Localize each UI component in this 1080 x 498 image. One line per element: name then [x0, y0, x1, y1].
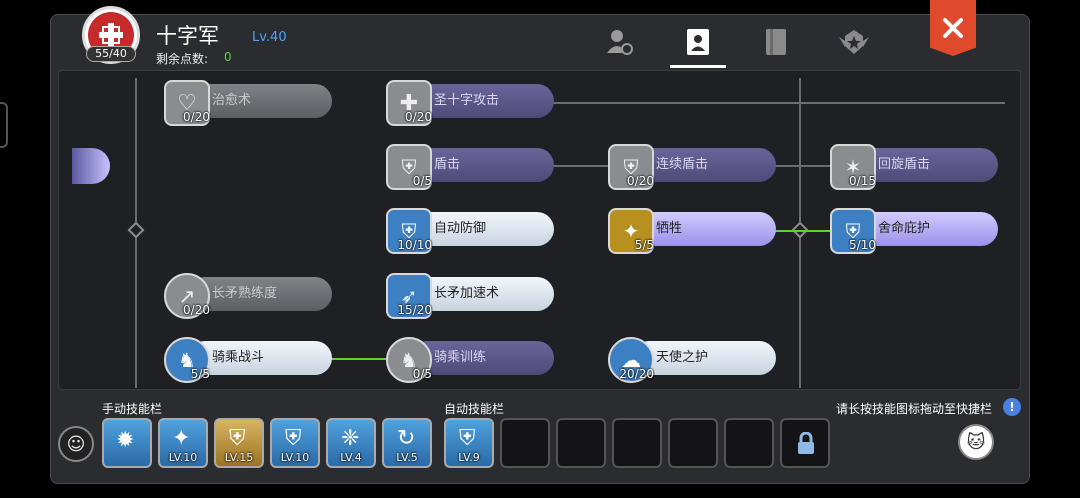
- manual-slot-3[interactable]: ⛨ LV.15: [214, 418, 264, 468]
- skill-spear-mastery[interactable]: 长矛熟练度 ↗ 0/20: [164, 273, 334, 319]
- slot-level: LV.5: [396, 451, 418, 464]
- skill-level: 20/20: [619, 367, 654, 381]
- auto-slot-5[interactable]: [668, 418, 718, 468]
- manual-slot-1[interactable]: ✹: [102, 418, 152, 468]
- connector-shield-bash: [550, 165, 610, 167]
- auto-slot-2[interactable]: [500, 418, 550, 468]
- skill-level: 0/20: [627, 174, 654, 188]
- slot-level: LV.10: [280, 451, 310, 464]
- skill-angel-guard[interactable]: 天使之护 ☁ 20/20: [608, 337, 778, 383]
- skill-cavalry-combat[interactable]: 骑乘战斗 ♞ 5/5: [164, 337, 334, 383]
- job-name: 十字军: [156, 24, 219, 48]
- skill-shield-bash[interactable]: 盾击 ⛨ 0/5: [386, 144, 556, 190]
- skill-riding[interactable]: 骑乘训练 ♞ 0/5: [386, 337, 556, 383]
- remaining-points-label: 剩余点数:: [156, 52, 209, 66]
- skill-level: 0/20: [183, 303, 210, 317]
- skill-heal[interactable]: 治愈术 ♡ 0/20: [164, 80, 334, 126]
- left-cat-icon[interactable]: ☺: [58, 426, 94, 462]
- skill-devotion[interactable]: 舍命庇护 ⛨ 5/10: [830, 208, 1000, 254]
- emblem-icon: [839, 30, 869, 54]
- connector-sacrifice: [772, 230, 832, 232]
- slot-level: LV.9: [458, 451, 480, 464]
- tab-skills[interactable]: [670, 22, 726, 68]
- skill-level: 0/15: [849, 174, 876, 188]
- star-burst-icon: ✦: [172, 426, 191, 451]
- skill-combo-shield[interactable]: 连续盾击 ⛨ 0/20: [608, 144, 778, 190]
- skill-level: 5/10: [849, 238, 876, 252]
- job-level: Lv.40: [252, 30, 287, 45]
- manual-bar-label: 手动技能栏: [102, 402, 163, 416]
- skill-spin-shield[interactable]: 回旋盾击 ✶ 0/15: [830, 144, 1000, 190]
- skill-level: 0/20: [405, 110, 432, 124]
- skill-book-icon: [687, 29, 709, 55]
- tab-book[interactable]: [748, 22, 804, 62]
- skill-level: 15/20: [397, 303, 432, 317]
- slot-level: LV.10: [168, 451, 198, 464]
- connector-combo-shield: [772, 165, 832, 167]
- skill-points-badge: 55/40: [86, 46, 136, 62]
- slot-level: LV.4: [340, 451, 362, 464]
- manual-slot-4[interactable]: ⛨ LV.10: [270, 418, 320, 468]
- connector-holy-cross: [550, 102, 1005, 104]
- info-icon[interactable]: !: [1003, 398, 1021, 416]
- skill-level: 10/10: [397, 238, 432, 252]
- skill-level: 0/20: [183, 110, 210, 124]
- close-button[interactable]: [930, 0, 976, 56]
- auto-slot-4[interactable]: [612, 418, 662, 468]
- hint-text: 请长按技能图标拖动至快捷栏: [836, 402, 993, 416]
- lock-icon: [798, 432, 814, 454]
- winged-shield-icon: ❈: [341, 426, 360, 451]
- manual-slot-5[interactable]: ❈ LV.4: [326, 418, 376, 468]
- auto-slot-3[interactable]: [556, 418, 606, 468]
- strike-icon: ✹: [116, 428, 135, 453]
- auto-guard-icon: ⛨: [459, 426, 476, 451]
- auto-bar-label: 自动技能栏: [444, 402, 505, 416]
- skill-auto-guard[interactable]: 自动防御 ⛨ 10/10: [386, 208, 556, 254]
- gold-shield-icon: ⛨: [229, 426, 246, 451]
- manual-slot-6[interactable]: ↻ LV.5: [382, 418, 432, 468]
- connector-cavalry: [329, 358, 389, 360]
- manual-slot-2[interactable]: ✦ LV.10: [158, 418, 208, 468]
- skill-sacrifice[interactable]: 牺牲 ✦ 5/5: [608, 208, 778, 254]
- auto-slot-locked[interactable]: [780, 418, 830, 468]
- auto-slot-1[interactable]: ⛨ LV.9: [444, 418, 494, 468]
- close-icon: [943, 18, 963, 38]
- skill-level: 0/5: [412, 367, 432, 381]
- skill-holy-cross[interactable]: 圣十字攻击 ✚ 0/20: [386, 80, 556, 126]
- side-handle[interactable]: [0, 102, 8, 148]
- skill-level: 0/5: [412, 174, 432, 188]
- blue-swirl-icon: ↻: [397, 426, 416, 451]
- tab-emblem[interactable]: [826, 22, 882, 62]
- tab-character[interactable]: [592, 22, 648, 62]
- slot-level: LV.15: [224, 451, 254, 464]
- skill-spear-quicken[interactable]: 长矛加速术 ➶ 15/20: [386, 273, 556, 319]
- skill-level: 5/5: [634, 238, 654, 252]
- right-cat-icon[interactable]: 🐱: [958, 424, 994, 460]
- holy-shield-icon: ⛨: [285, 426, 302, 451]
- auto-slot-6[interactable]: [724, 418, 774, 468]
- prev-page-tab[interactable]: [72, 148, 110, 184]
- character-icon: [607, 30, 633, 55]
- remaining-points-value: 0: [224, 50, 232, 64]
- book-icon: [766, 29, 786, 55]
- skill-level: 5/5: [190, 367, 210, 381]
